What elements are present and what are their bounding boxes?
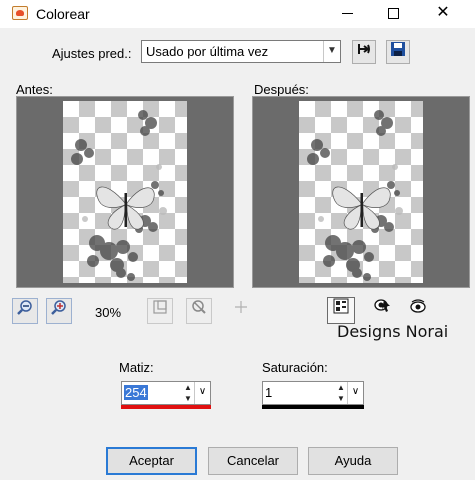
title-bar: Colorear ✕	[0, 0, 475, 28]
zoom-in-button[interactable]	[46, 298, 72, 324]
window-title: Colorear	[36, 6, 90, 22]
watermark-signature: Designs Norai	[337, 322, 449, 341]
zoom-in-icon	[51, 300, 66, 315]
maximize-button[interactable]	[370, 0, 416, 28]
presets-value: Usado por última vez	[146, 44, 269, 59]
floppy-disk-icon	[391, 42, 405, 56]
preview-canvas	[299, 101, 423, 283]
butterfly-flowers-image	[71, 110, 167, 281]
zoom-out-icon	[17, 300, 32, 315]
preview-layout-button[interactable]	[327, 297, 355, 324]
locate-icon	[192, 300, 206, 314]
reset-preset-button[interactable]	[352, 40, 376, 64]
close-icon: ✕	[436, 4, 450, 21]
maximize-icon	[387, 8, 399, 19]
cancel-button[interactable]: Cancelar	[208, 447, 298, 475]
fit-to-window-button[interactable]	[147, 298, 173, 324]
app-icon	[12, 6, 28, 20]
reset-arrow-icon	[358, 44, 370, 54]
preview-canvas	[63, 101, 187, 283]
minimize-button[interactable]	[324, 0, 370, 28]
minimize-icon	[341, 13, 353, 14]
hue-label: Matiz:	[119, 360, 154, 375]
proof-button[interactable]	[368, 297, 396, 324]
hue-value[interactable]: 254	[124, 385, 148, 400]
hue-dropdown-icon[interactable]: ∨	[194, 382, 210, 404]
close-button[interactable]: ✕	[420, 0, 466, 28]
saturation-up-arrow-icon[interactable]: ▲	[334, 382, 348, 393]
before-label: Antes:	[16, 82, 53, 97]
hue-color-bar	[121, 405, 211, 409]
after-preview[interactable]	[252, 96, 470, 288]
presets-label: Ajustes pred.:	[52, 46, 132, 61]
hue-input[interactable]: 254 ▲ ▼ ∨	[121, 381, 211, 405]
fit-window-icon	[153, 300, 167, 314]
hue-up-arrow-icon[interactable]: ▲	[181, 382, 195, 393]
zoom-out-button[interactable]	[12, 298, 38, 324]
locate-preview-button[interactable]	[186, 298, 212, 324]
move-icon	[235, 301, 247, 313]
chevron-down-icon[interactable]: ▼	[323, 41, 340, 62]
saturation-dropdown-icon[interactable]: ∨	[347, 382, 363, 404]
layout-grid-icon	[333, 298, 349, 314]
ok-button[interactable]: Aceptar	[106, 447, 197, 475]
help-button[interactable]: Ayuda	[308, 447, 398, 475]
butterfly-flowers-image	[307, 110, 403, 281]
preview-toggle-button[interactable]	[404, 297, 432, 324]
saturation-down-arrow-icon[interactable]: ▼	[334, 393, 348, 404]
presets-dropdown[interactable]: Usado por última vez ▼	[141, 40, 341, 63]
saturation-label: Saturación:	[262, 360, 328, 375]
after-label: Después:	[254, 82, 309, 97]
pan-button[interactable]	[228, 298, 254, 324]
save-preset-button[interactable]	[386, 40, 410, 64]
eye-icon	[410, 299, 426, 313]
saturation-color-bar	[262, 405, 364, 409]
before-preview[interactable]	[16, 96, 234, 288]
zoom-level: 30%	[95, 305, 122, 320]
saturation-value[interactable]: 1	[265, 385, 272, 400]
hue-down-arrow-icon[interactable]: ▼	[181, 393, 195, 404]
eye-cursor-icon	[374, 299, 390, 312]
saturation-input[interactable]: 1 ▲ ▼ ∨	[262, 381, 364, 405]
